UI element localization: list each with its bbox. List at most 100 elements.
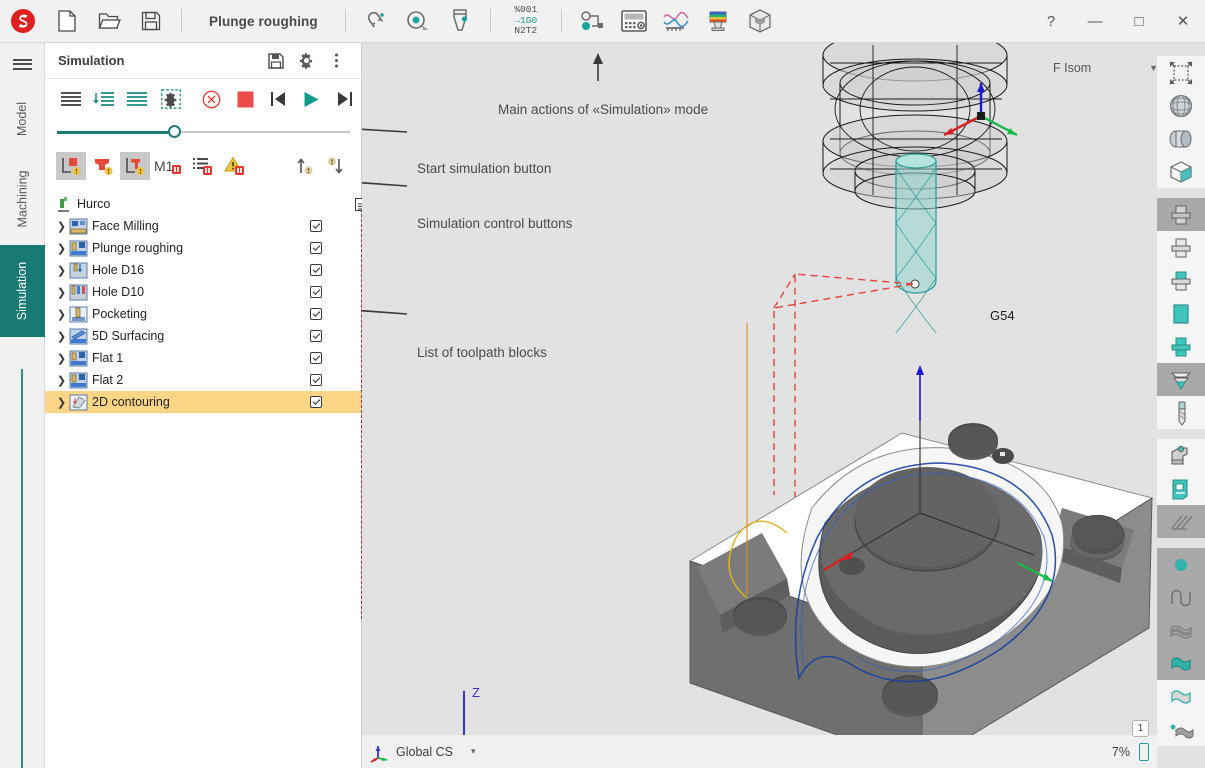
stock-half-icon[interactable]	[1157, 264, 1205, 297]
expand-chevron-icon[interactable]: ❯	[55, 330, 68, 343]
play-icon[interactable]	[296, 84, 327, 114]
3d-viewport[interactable]: F Isom ▼ Z G54 Main actions of «Simulati…	[362, 43, 1205, 768]
solid-block-icon[interactable]	[739, 0, 781, 43]
point-marker-icon[interactable]	[1157, 548, 1205, 581]
transparent-box-icon[interactable]	[1157, 155, 1205, 188]
tree-item-2d-contouring[interactable]: ❯ 2D contouring	[45, 391, 386, 413]
fit-view-icon[interactable]	[1157, 56, 1205, 89]
open-file-button[interactable]	[88, 0, 130, 43]
visibility-checkbox[interactable]	[310, 242, 322, 254]
fixture-icon[interactable]	[1157, 439, 1205, 472]
save-icon[interactable]	[261, 46, 291, 76]
menu-button[interactable]	[0, 43, 45, 85]
minimize-button[interactable]: —	[1073, 0, 1117, 43]
help-button[interactable]: ?	[1029, 0, 1073, 43]
tree-item-pocketing[interactable]: ❯ Pocketing	[45, 303, 386, 325]
connect-nodes-icon[interactable]	[571, 0, 613, 43]
view-count-badge[interactable]: 1	[1132, 720, 1149, 737]
tree-item-hole-d10[interactable]: ❯ Hole D10	[45, 281, 386, 303]
stop-icon[interactable]	[230, 84, 261, 114]
more-vertical-icon[interactable]	[321, 46, 351, 76]
expand-chevron-icon[interactable]: ❯	[55, 264, 68, 277]
step-into-icon[interactable]	[88, 84, 119, 114]
tree-item-flat-2[interactable]: ❯ Flat 2	[45, 369, 386, 391]
expand-chevron-icon[interactable]: ❯	[55, 242, 68, 255]
visibility-checkbox[interactable]	[310, 330, 322, 342]
expand-chevron-icon[interactable]: ❯	[55, 396, 68, 409]
machine-table-icon[interactable]	[1157, 472, 1205, 505]
magnet-snap-icon[interactable]	[355, 0, 397, 43]
sidebar-item-simulation[interactable]: Simulation	[0, 245, 45, 337]
surface-flag-icon[interactable]	[1157, 713, 1205, 746]
tree-item-5d-surfacing[interactable]: ❯ 5D Surfacing	[45, 325, 386, 347]
settings-gear-icon[interactable]	[155, 84, 186, 114]
collision-holder-icon[interactable]	[88, 152, 118, 180]
rewind-icon[interactable]	[263, 84, 294, 114]
simulation-progress-slider[interactable]	[45, 119, 361, 145]
shaded-solid-icon[interactable]	[1157, 122, 1205, 155]
hatch-pattern-icon[interactable]	[1157, 505, 1205, 538]
save-file-button[interactable]	[130, 0, 172, 43]
visibility-checkbox[interactable]	[310, 220, 322, 232]
visibility-checkbox[interactable]	[310, 396, 322, 408]
chevron-down-icon[interactable]: ▾	[471, 746, 476, 757]
expand-chevron-icon[interactable]: ❯	[55, 220, 68, 233]
tree-item-face-milling[interactable]: ❯ Face Milling	[45, 215, 386, 237]
expand-chevron-icon[interactable]: ❯	[55, 352, 68, 365]
collision-stock-icon[interactable]	[56, 152, 86, 180]
surface-shaded-icon[interactable]	[1157, 647, 1205, 680]
surface-light-icon[interactable]	[1157, 680, 1205, 713]
stop-reset-icon[interactable]	[196, 84, 227, 114]
expand-chevron-icon[interactable]: ❯	[55, 374, 68, 387]
up-step-icon[interactable]	[289, 152, 319, 180]
visibility-checkbox[interactable]	[310, 352, 322, 364]
tool-drill-icon[interactable]	[1157, 396, 1205, 429]
measure-probe-icon[interactable]	[397, 0, 439, 43]
new-file-button[interactable]	[46, 0, 88, 43]
stock-layers-icon[interactable]	[1157, 363, 1205, 396]
down-step-icon[interactable]	[321, 152, 351, 180]
visibility-checkbox[interactable]	[310, 286, 322, 298]
close-button[interactable]: ✕	[1161, 0, 1205, 43]
stock-gray-icon[interactable]	[1157, 198, 1205, 231]
m1-stop-icon[interactable]: M1	[152, 152, 186, 180]
list-stop-icon[interactable]	[188, 152, 218, 180]
control-panel-icon[interactable]	[613, 0, 655, 43]
sidebar-item-machining[interactable]: Machining	[0, 153, 45, 245]
step-forward-icon[interactable]	[330, 84, 361, 114]
run-lines-icon[interactable]	[122, 84, 153, 114]
vertical-position-slider[interactable]	[0, 361, 45, 768]
gcode-indicator[interactable]: %001 →1G0 N2T2	[500, 5, 552, 37]
expand-chevron-icon[interactable]: ❯	[55, 308, 68, 321]
tool-holder-icon[interactable]	[697, 0, 739, 43]
stock-solid-icon[interactable]	[1157, 297, 1205, 330]
expand-chevron-icon[interactable]: ❯	[55, 286, 68, 299]
axis-z-label: Z	[472, 685, 480, 700]
visibility-checkbox[interactable]	[310, 374, 322, 386]
step-lines-icon[interactable]	[55, 84, 86, 114]
wireframe-sphere-icon[interactable]	[1157, 89, 1205, 122]
warning-stop-icon[interactable]	[220, 152, 250, 180]
caliper-icon[interactable]	[439, 0, 481, 43]
stock-outline-icon[interactable]	[1157, 231, 1205, 264]
gear-icon[interactable]	[291, 46, 321, 76]
visibility-checkbox[interactable]	[310, 308, 322, 320]
sidebar-item-model[interactable]: Model	[0, 85, 45, 153]
coordinate-system-icon	[362, 741, 396, 763]
render-quality-indicator[interactable]	[1139, 742, 1149, 761]
slider-knob[interactable]	[168, 125, 181, 138]
tree-item-plunge-roughing[interactable]: ❯ Plunge roughing	[45, 237, 386, 259]
graph-analysis-icon[interactable]	[655, 0, 697, 43]
stock-small-icon[interactable]	[1157, 330, 1205, 363]
tree-item-hole-d16[interactable]: ❯ Hole D16	[45, 259, 386, 281]
annotation-main-actions: Main actions of «Simulation» mode	[498, 102, 709, 117]
tree-item-label: Hole D16	[92, 263, 145, 277]
contour-icon	[68, 394, 89, 411]
visibility-checkbox[interactable]	[310, 264, 322, 276]
curve-path-icon[interactable]	[1157, 581, 1205, 614]
collision-tool-icon[interactable]	[120, 152, 150, 180]
surface-mesh-icon[interactable]	[1157, 614, 1205, 647]
tree-root-row[interactable]: Hurco	[45, 193, 368, 215]
tree-item-flat-1[interactable]: ❯ Flat 1	[45, 347, 386, 369]
maximize-button[interactable]: □	[1117, 0, 1161, 43]
